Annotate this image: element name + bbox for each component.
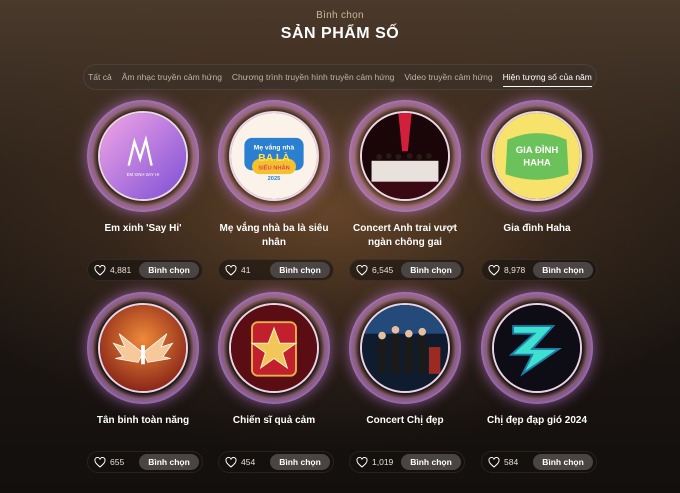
vote-actions: 454 Bình chọn bbox=[218, 451, 334, 473]
product-name: Mẹ vắng nhà ba là siêu nhân bbox=[219, 223, 329, 248]
vote-button[interactable]: Bình chọn bbox=[533, 454, 593, 470]
section-eyebrow: Bình chọn bbox=[316, 10, 364, 21]
heart-icon[interactable] bbox=[94, 457, 106, 468]
vote-count: 41 bbox=[241, 265, 251, 275]
product-name: Concert Chị đẹp bbox=[366, 415, 444, 426]
vote-button[interactable]: Bình chọn bbox=[270, 262, 330, 278]
svg-text:EM XINH SAY HI: EM XINH SAY HI bbox=[127, 172, 160, 177]
product-name: Gia đình Haha bbox=[503, 223, 571, 234]
tab-inspiring-music[interactable]: Âm nhạc truyền cảm hứng bbox=[122, 68, 222, 86]
concert-group-photo bbox=[362, 305, 448, 391]
tab-inspiring-tv[interactable]: Chương trình truyền hình truyền cảm hứng bbox=[232, 68, 394, 86]
tab-digital-phenomenon[interactable]: Hiện tượng số của năm bbox=[502, 68, 592, 87]
vote-count: 655 bbox=[110, 457, 125, 467]
wings-logo-art bbox=[100, 305, 186, 391]
product-thumbnail[interactable]: EM XINH SAY HI bbox=[98, 111, 188, 201]
vote-actions: 6,545 Bình chọn bbox=[349, 259, 465, 281]
product-name: Em xinh 'Say Hi' bbox=[104, 223, 182, 234]
star-badge-art bbox=[231, 305, 317, 391]
heart-icon[interactable] bbox=[225, 265, 237, 276]
vote-count: 454 bbox=[241, 457, 256, 467]
vote-button[interactable]: Bình chọn bbox=[401, 262, 461, 278]
vote-button[interactable]: Bình chọn bbox=[270, 454, 330, 470]
gia-dinh-haha-logo-art: GIA ĐÌNH HAHA bbox=[494, 113, 580, 199]
product-name: Tân binh toàn năng bbox=[96, 415, 190, 426]
chi-dep-logo-art bbox=[494, 305, 580, 391]
svg-text:2025: 2025 bbox=[268, 176, 282, 182]
em-xinh-logo-art: EM XINH SAY HI bbox=[100, 113, 186, 199]
product-thumbnail[interactable] bbox=[360, 303, 450, 393]
vote-actions: 655 Bình chọn bbox=[87, 451, 203, 473]
svg-text:Mẹ vắng nhà: Mẹ vắng nhà bbox=[254, 142, 295, 151]
vote-button[interactable]: Bình chọn bbox=[139, 454, 199, 470]
vote-actions: 1,019 Bình chọn bbox=[349, 451, 465, 473]
heart-icon[interactable] bbox=[488, 457, 500, 468]
vote-button[interactable]: Bình chọn bbox=[401, 454, 461, 470]
page-title: SẢN PHẨM SỐ bbox=[280, 25, 400, 42]
vote-actions: 4,881 Bình chọn bbox=[87, 259, 203, 281]
page-header: Bình chọn SẢN PHẨM SỐ bbox=[0, 10, 680, 43]
vote-actions: 8,978 Bình chọn bbox=[481, 259, 597, 281]
product-thumbnail[interactable] bbox=[229, 303, 319, 393]
me-vang-nha-logo-art: Mẹ vắng nhà BA LÀ SIÊU NHÂN 2025 bbox=[231, 113, 317, 199]
tab-inspiring-video[interactable]: Video truyền cảm hứng bbox=[404, 68, 492, 86]
product-name: Concert Anh trai vượt ngàn chông gai bbox=[353, 223, 457, 248]
heart-icon[interactable] bbox=[488, 265, 500, 276]
product-thumbnail[interactable] bbox=[492, 303, 582, 393]
product-thumbnail[interactable] bbox=[98, 303, 188, 393]
vote-button[interactable]: Bình chọn bbox=[139, 262, 199, 278]
vote-count: 584 bbox=[504, 457, 519, 467]
concert-stage-photo bbox=[362, 113, 448, 199]
tab-all[interactable]: Tất cả bbox=[88, 68, 112, 86]
svg-text:HAHA: HAHA bbox=[523, 158, 551, 169]
heart-icon[interactable] bbox=[356, 265, 368, 276]
vote-button[interactable]: Bình chọn bbox=[533, 262, 593, 278]
vote-actions: 41 Bình chọn bbox=[218, 259, 334, 281]
vote-count: 6,545 bbox=[372, 265, 394, 275]
vote-count: 1,019 bbox=[372, 457, 394, 467]
svg-text:SIÊU NHÂN: SIÊU NHÂN bbox=[258, 163, 289, 171]
vote-count: 4,881 bbox=[110, 265, 132, 275]
product-name: Chiến sĩ quả cảm bbox=[232, 415, 316, 426]
category-tabs: Tất cả Âm nhạc truyền cảm hứng Chương tr… bbox=[83, 64, 597, 90]
product-thumbnail[interactable]: GIA ĐÌNH HAHA bbox=[492, 111, 582, 201]
heart-icon[interactable] bbox=[356, 457, 368, 468]
product-name: Chị đẹp đạp gió 2024 bbox=[486, 415, 588, 426]
svg-text:BA LÀ: BA LÀ bbox=[258, 151, 290, 164]
svg-text:GIA ĐÌNH: GIA ĐÌNH bbox=[516, 145, 559, 156]
vote-count: 8,978 bbox=[504, 265, 526, 275]
vote-actions: 584 Bình chọn bbox=[481, 451, 597, 473]
heart-icon[interactable] bbox=[225, 457, 237, 468]
product-thumbnail[interactable]: Mẹ vắng nhà BA LÀ SIÊU NHÂN 2025 bbox=[229, 111, 319, 201]
heart-icon[interactable] bbox=[94, 265, 106, 276]
product-thumbnail[interactable] bbox=[360, 111, 450, 201]
